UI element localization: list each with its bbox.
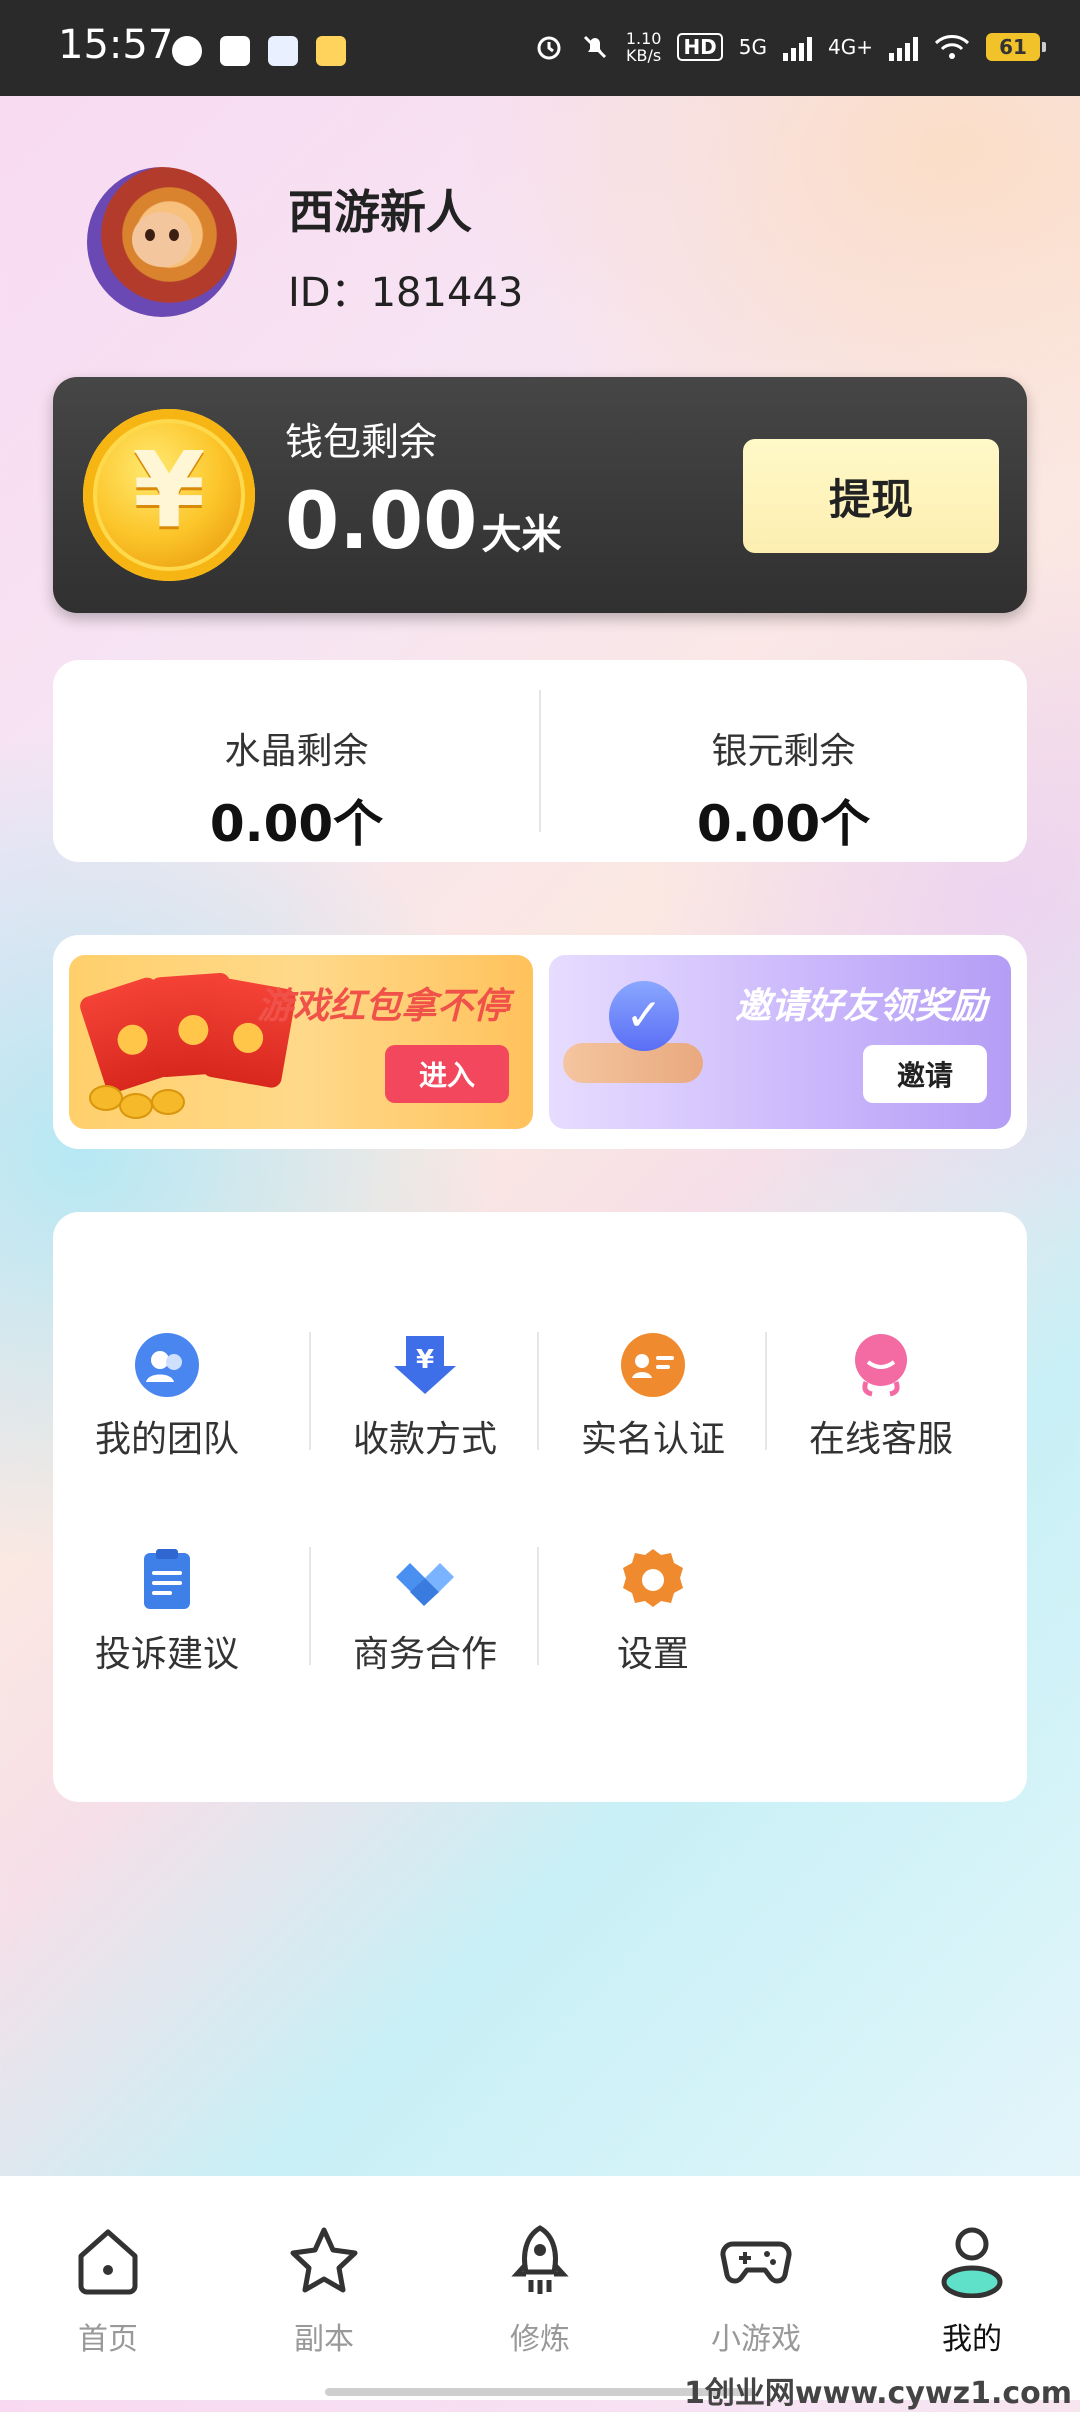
gear-icon [620,1547,686,1613]
menu-label: 设置 [616,1634,689,1675]
status-right: 1.10 KB/s HD 5G 4G+ 61 [534,30,1046,64]
avatar-eye [145,229,155,241]
page-background [0,0,1080,2400]
signal-icon [783,33,813,61]
silver-balance-label: 银元剩余 [711,731,856,772]
menu-label: 在线客服 [808,1419,953,1460]
net-speed-value: 1.10 [625,29,662,48]
wifi-icon [934,35,970,59]
payment-method-icon: ¥ [392,1332,458,1398]
gamepad-icon [719,2224,793,2298]
menu-item-team[interactable]: 我的团队 [53,1332,281,1462]
customer-service-icon [848,1332,914,1398]
menu-item-payment[interactable]: ¥ 收款方式 [311,1332,539,1462]
wallet-card: ¥ 钱包剩余 0.00 大米 提现 [53,377,1027,613]
invite-title: 邀请好友领奖励 [734,986,987,1027]
watermark: 1创业网www.cywz1.com [684,2376,1072,2411]
handshake-icon [392,1547,458,1613]
menu-item-feedback[interactable]: 投诉建议 [53,1547,281,1677]
nav-label: 副本 [294,2322,354,2357]
nav-label: 小游戏 [711,2322,801,2357]
crystal-balance-value: 0.00个 [209,795,384,853]
enter-button[interactable]: 进入 [385,1045,509,1103]
net-speed: 1.10 KB/s [626,30,662,64]
menu-item-support[interactable]: 在线客服 [767,1332,995,1462]
profile-id: ID：181443 [288,270,524,316]
nav-home[interactable]: 首页 [28,2224,188,2358]
check-badge-icon: ✓ [609,981,679,1051]
nav-minigames[interactable]: 小游戏 [676,2224,836,2358]
withdraw-button[interactable]: 提现 [743,439,999,553]
alarm-icon [537,36,561,60]
feedback-icon [134,1547,200,1613]
red-packet-banner[interactable]: 游戏红包拿不停 进入 [69,955,533,1129]
menu-item-settings[interactable]: 设置 [539,1547,767,1677]
silver-balance: 银元剩余 0.00个 [540,722,1027,856]
crystal-balance-label: 水晶剩余 [224,731,369,772]
battery-icon: 61 [986,33,1046,61]
baidu-notification-icon [268,36,298,66]
crystal-balance: 水晶剩余 0.00个 [53,722,540,856]
status-bar: 15:57 1.10 KB/s HD 5G 4G+ 61 [0,0,1080,96]
signal-icon-2 [889,33,918,61]
mute-icon [583,35,606,59]
id-verify-icon [620,1332,686,1398]
wallet-notification-icon [220,36,250,66]
coin-icon: ¥ [83,409,255,581]
avatar[interactable] [87,167,237,317]
rocket-icon [503,2224,577,2298]
red-packet-title: 游戏红包拿不停 [256,986,509,1027]
status-time: 15:57 [58,22,174,68]
wallet-amount-value: 0.00 [285,477,478,567]
sim2-label: 4G+ [828,35,873,59]
coin-pile-icon [151,1089,185,1115]
menu-label: 商务合作 [352,1634,497,1675]
invite-banner[interactable]: ✓ 邀请好友领奖励 邀请 [549,955,1011,1129]
menu-label: 我的团队 [94,1419,239,1460]
star-icon [287,2224,361,2298]
check-notification-icon [172,36,202,66]
avatar-face [132,212,192,267]
svg-text:¥: ¥ [416,1345,434,1375]
avatar-eye [169,229,179,241]
menu-label: 收款方式 [352,1419,497,1460]
menu-item-verify[interactable]: 实名认证 [539,1332,767,1462]
wallet-amount: 0.00 大米 [285,477,561,567]
net-speed-unit: KB/s [626,46,662,65]
nav-dungeon[interactable]: 副本 [244,2224,404,2358]
menu-label: 投诉建议 [94,1634,239,1675]
nav-label: 修炼 [510,2322,570,2357]
notification-icons [172,36,346,66]
coin-pile-icon [89,1085,123,1111]
bottom-nav: 首页 副本 修炼 小游戏 我的 [0,2176,1080,2400]
menu-item-business[interactable]: 商务合作 [311,1547,539,1677]
balances-card: 水晶剩余 0.00个 银元剩余 0.00个 [53,660,1027,862]
menu-card: 我的团队 ¥ 收款方式 实名认证 在线客服 投诉建议 商务合作 设置 [53,1212,1027,1802]
coin-symbol: ¥ [132,429,206,551]
team-icon [134,1332,200,1398]
home-icon [71,2224,145,2298]
wallet-label: 钱包剩余 [285,420,438,464]
silver-balance-value: 0.00个 [696,795,871,853]
invite-button[interactable]: 邀请 [863,1045,987,1103]
nav-label: 我的 [942,2322,1002,2357]
nav-mine[interactable]: 我的 [892,2224,1052,2358]
coin-pile-icon [119,1093,153,1119]
hd-badge: HD [677,33,723,61]
profile-icon [935,2224,1009,2299]
sim1-label: 5G [738,35,768,59]
wallet-amount-unit: 大米 [481,512,562,558]
nav-cultivate[interactable]: 修炼 [460,2224,620,2358]
weibo-notification-icon [316,36,346,66]
profile-name: 西游新人 [288,185,472,239]
promo-banners: 游戏红包拿不停 进入 ✓ 邀请好友领奖励 邀请 [53,935,1027,1149]
nav-label: 首页 [78,2322,138,2357]
menu-label: 实名认证 [580,1419,725,1460]
